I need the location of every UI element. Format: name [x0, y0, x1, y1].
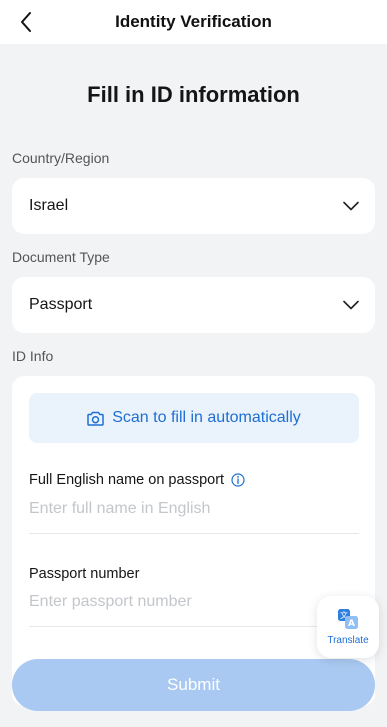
- top-bar: Identity Verification: [0, 0, 387, 44]
- scan-to-fill-label: Scan to fill in automatically: [112, 409, 301, 426]
- chevron-down-icon: [343, 300, 359, 310]
- scan-to-fill-button[interactable]: Scan to fill in automatically: [29, 393, 359, 443]
- translate-label: Translate: [327, 635, 369, 646]
- country-region-value: Israel: [29, 197, 69, 214]
- camera-icon: [87, 411, 104, 426]
- full-name-input[interactable]: [29, 496, 359, 522]
- page-header-title: Identity Verification: [115, 12, 272, 31]
- divider: [29, 626, 359, 627]
- translate-button[interactable]: 文 A Translate: [317, 596, 379, 658]
- main-content: Fill in ID information Country/Region Is…: [0, 44, 387, 727]
- translate-icon: 文 A: [338, 609, 358, 629]
- country-region-select[interactable]: Israel: [12, 178, 375, 234]
- chevron-down-icon: [343, 201, 359, 211]
- id-info-label: ID Info: [12, 348, 54, 364]
- passport-number-label: Passport number: [29, 566, 140, 582]
- passport-number-input[interactable]: [29, 589, 359, 615]
- country-region-label: Country/Region: [12, 150, 110, 166]
- page-title: Fill in ID information: [87, 82, 300, 107]
- chevron-left-icon: [21, 12, 31, 32]
- id-info-card: Scan to fill in automatically Full Engli…: [12, 376, 375, 706]
- document-type-label: Document Type: [12, 249, 110, 265]
- full-name-label: Full English name on passport: [29, 472, 225, 488]
- back-button[interactable]: [12, 8, 40, 36]
- divider: [29, 533, 359, 534]
- info-icon[interactable]: [231, 473, 245, 487]
- full-name-label-row: Full English name on passport: [29, 472, 245, 488]
- svg-text:A: A: [348, 619, 355, 629]
- submit-button[interactable]: Submit: [12, 659, 375, 711]
- document-type-value: Passport: [29, 296, 93, 313]
- document-type-select[interactable]: Passport: [12, 277, 375, 333]
